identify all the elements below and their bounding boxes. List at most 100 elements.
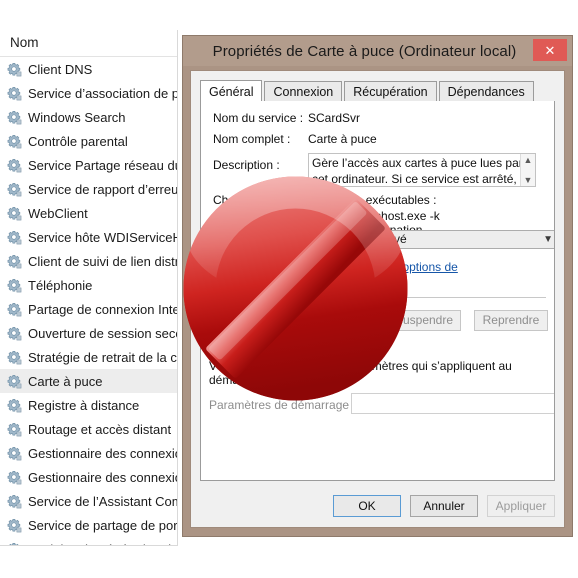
service-list-item[interactable]: Client DNS (0, 57, 177, 81)
dialog-title: Propriétés de Carte à puce (Ordinateur l… (212, 42, 517, 60)
gear-icon (7, 446, 22, 461)
gear-icon (7, 398, 22, 413)
gear-icon (7, 374, 22, 389)
chevron-down-icon[interactable]: ▼ (524, 175, 533, 185)
service-button-3[interactable]: Suspendre (387, 310, 461, 331)
full-name-value: Carte à puce (308, 132, 377, 146)
service-list-item[interactable]: WebClient (0, 201, 177, 225)
start-parameters-input[interactable] (351, 393, 554, 414)
help-link[interactable]: Obtenir de l’aide pour configurer les op… (209, 260, 509, 288)
dialog-button-appliquer[interactable]: Appliquer (487, 495, 555, 517)
gear-icon (7, 302, 22, 317)
chevron-up-icon[interactable]: ▲ (524, 155, 533, 165)
service-list-item[interactable]: Modules de génération de c... (0, 537, 177, 546)
chevron-down-icon: ▼ (543, 234, 553, 245)
service-button-2[interactable]: Arrêter (300, 310, 374, 331)
gear-icon (7, 86, 22, 101)
gear-icon (7, 494, 22, 509)
tab-1[interactable]: Général (200, 80, 263, 103)
description-scrollbar[interactable]: ▲ ▼ (520, 154, 535, 186)
service-list-item-label: Gestionnaire des connexion... (28, 469, 177, 485)
service-list-item-label: Service hôte WDIServiceHost (28, 229, 177, 245)
description-textbox[interactable]: Gère l’accès aux cartes à puce lues par … (308, 153, 536, 187)
service-list-item-label: Service Partage réseau du L... (28, 157, 177, 173)
startup-type-label: Type de démarrage : (213, 234, 324, 248)
service-list-item[interactable]: Service d’association de pér... (0, 81, 177, 105)
service-list-item-label: Client DNS (28, 61, 93, 77)
gear-icon (7, 62, 22, 77)
dialog-button-ok[interactable]: OK (333, 495, 401, 517)
service-list-item-label: Stratégie de retrait de la cart... (28, 349, 177, 365)
tab-3[interactable]: Récupération (344, 81, 437, 102)
gear-icon (7, 542, 22, 545)
startup-type-combobox[interactable]: Désactivé ▼ (349, 230, 554, 249)
gear-icon (7, 110, 22, 125)
service-list-item-label: Routage et accès distant (28, 421, 172, 437)
tab-4[interactable]: Dépendances (438, 81, 534, 102)
gear-icon (7, 230, 22, 245)
service-list-item-label: Gestionnaire des connexion... (28, 445, 177, 461)
service-list-item[interactable]: Ouverture de session secon... (0, 321, 177, 345)
gear-icon (7, 350, 22, 365)
startup-type-value: Désactivé (354, 232, 407, 246)
service-list-item[interactable]: Stratégie de retrait de la cart... (0, 345, 177, 369)
service-list-item-label: Service de l’Assistant Comp... (28, 493, 177, 509)
dialog-button-annuler[interactable]: Annuler (410, 495, 478, 517)
gear-icon (7, 134, 22, 149)
service-list-item-label: Service d’association de pér... (28, 85, 177, 101)
description-label: Description : (213, 158, 280, 172)
dialog-titlebar[interactable]: Propriétés de Carte à puce (Ordinateur l… (183, 36, 572, 66)
service-button-1[interactable]: Démarrer (213, 310, 287, 331)
service-list-item[interactable]: Contrôle parental (0, 129, 177, 153)
service-list-item[interactable]: Service de l’Assistant Comp... (0, 489, 177, 513)
service-list-item-label: Service de partage de ports ... (28, 517, 177, 533)
gear-icon (7, 182, 22, 197)
services-list-panel: Nom Client DNS Service d’association de p… (0, 30, 178, 546)
service-list-item-label: Carte à puce (28, 373, 103, 389)
tab-page-general: Nom du service : SCardSvr Nom complet : … (200, 101, 555, 481)
service-list-item[interactable]: Gestionnaire des connexion... (0, 441, 177, 465)
service-list-item[interactable]: Registre à distance (0, 393, 177, 417)
service-list-item-label: Service de rapport d’erreurs ... (28, 181, 177, 197)
service-list-item-label: Ouverture de session secon... (28, 325, 177, 341)
service-list-item[interactable]: Gestionnaire des connexion... (0, 465, 177, 489)
gear-icon (7, 158, 22, 173)
service-list-item-label: Windows Search (28, 109, 126, 125)
service-list-item[interactable]: Téléphonie (0, 273, 177, 297)
service-name-label: Nom du service : (213, 111, 304, 125)
dialog-button-bar: OK Annuler Appliquer (333, 495, 555, 517)
start-parameters-label: Paramètres de démarrage : (209, 398, 356, 412)
service-list-item[interactable]: Windows Search (0, 105, 177, 129)
gear-icon (7, 206, 22, 221)
service-button-4[interactable]: Reprendre (474, 310, 548, 331)
startup-parameters-note: Vous pouvez spécifier les paramètres qui… (209, 359, 512, 387)
services-rows: Client DNS Service d’association de pér..… (0, 57, 177, 546)
gear-icon (7, 254, 22, 269)
service-list-item-label: Modules de génération de c... (28, 542, 177, 546)
service-name-value: SCardSvr (308, 111, 361, 125)
service-list-item-label: Client de suivi de lien distri... (28, 253, 177, 269)
gear-icon (7, 326, 22, 341)
service-list-item[interactable]: Service Partage réseau du L... (0, 153, 177, 177)
gear-icon (7, 422, 22, 437)
tab-2[interactable]: Connexion (264, 81, 343, 102)
service-list-item[interactable]: Service de partage de ports ... (0, 513, 177, 537)
service-list-item[interactable]: Partage de connexion Inter... (0, 297, 177, 321)
service-list-item[interactable]: Service hôte WDIServiceHost (0, 225, 177, 249)
column-header-nom[interactable]: Nom (0, 30, 177, 57)
service-list-item-label: Registre à distance (28, 397, 140, 413)
screen: Nom Client DNS Service d’association de p… (0, 0, 578, 578)
service-list-item[interactable]: Routage et accès distant (0, 417, 177, 441)
service-properties-dialog: Propriétés de Carte à puce (Ordinateur l… (183, 36, 572, 536)
full-name-label: Nom complet : (213, 132, 291, 146)
close-icon[interactable]: ✕ (533, 39, 567, 61)
service-list-item-label: Téléphonie (28, 277, 93, 293)
gear-icon (7, 518, 22, 533)
service-list-item[interactable]: Carte à puce (0, 369, 177, 393)
service-list-item[interactable]: Service de rapport d’erreurs ... (0, 177, 177, 201)
separator (209, 297, 546, 298)
service-list-item[interactable]: Client de suivi de lien distri... (0, 249, 177, 273)
service-list-item-label: Partage de connexion Inter... (28, 301, 177, 317)
gear-icon (7, 470, 22, 485)
tab-strip: Général Connexion Récupération Dépendances (200, 80, 555, 103)
